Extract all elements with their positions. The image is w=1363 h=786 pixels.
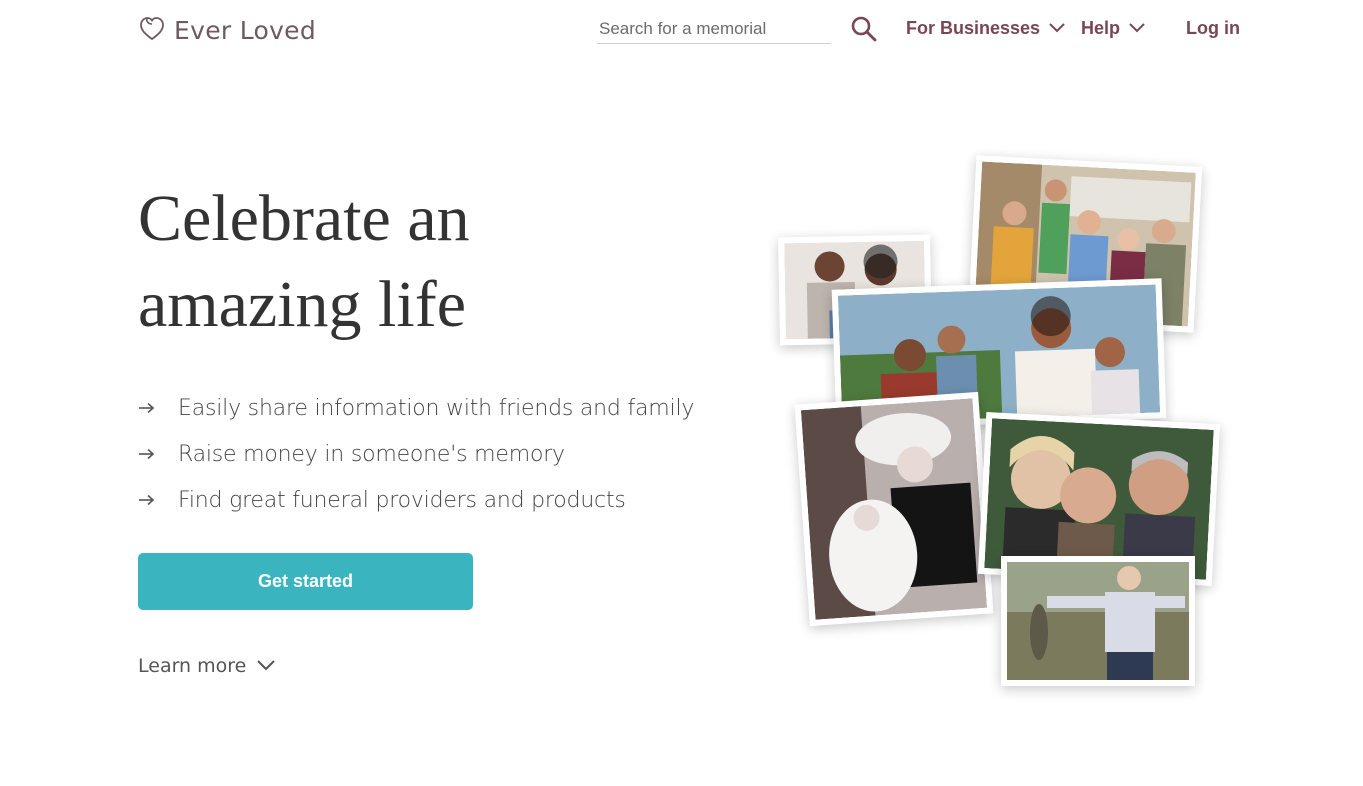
logo-text: Ever Loved	[174, 16, 317, 45]
logo-heart-icon	[138, 14, 166, 47]
chevron-down-icon	[1128, 18, 1146, 39]
get-started-button[interactable]: Get started	[138, 553, 473, 610]
search-input[interactable]	[597, 16, 835, 42]
nav-log-in-label: Log in	[1186, 18, 1240, 38]
hero-headline-line-2: amazing life	[138, 268, 467, 341]
nav-for-businesses-label: For Businesses	[906, 18, 1041, 38]
search-icon[interactable]	[850, 15, 878, 48]
nav-for-businesses[interactable]: For Businesses	[906, 18, 1066, 39]
photo-man-fishing	[1001, 556, 1195, 686]
nav-help-label: Help	[1081, 18, 1121, 38]
feature-item: Raise money in someone's memory	[138, 431, 694, 477]
feature-list: Easily share information with friends an…	[138, 385, 694, 523]
arrow-right-icon	[138, 494, 178, 506]
photo-vintage-baby	[794, 391, 994, 627]
site-header: Ever Loved For Businesses Help Log in	[0, 0, 1363, 60]
chevron-down-icon	[1048, 18, 1066, 39]
feature-item: Find great funeral providers and product…	[138, 477, 694, 523]
learn-more-link[interactable]: Learn more	[138, 655, 276, 677]
hero-headline-line-1: Celebrate an	[138, 182, 470, 255]
arrow-right-icon	[138, 402, 178, 414]
feature-text: Raise money in someone's memory	[178, 441, 565, 467]
nav-help[interactable]: Help	[1081, 18, 1146, 39]
learn-more-label: Learn more	[138, 655, 247, 677]
nav-log-in[interactable]: Log in	[1186, 18, 1240, 39]
feature-item: Easily share information with friends an…	[138, 385, 694, 431]
search-field[interactable]	[597, 16, 835, 44]
chevron-down-icon	[256, 655, 276, 677]
hero-headline: Celebrate an amazing life	[138, 176, 698, 348]
feature-text: Easily share information with friends an…	[178, 395, 695, 421]
arrow-right-icon	[138, 448, 178, 460]
feature-text: Find great funeral providers and product…	[178, 487, 626, 513]
logo[interactable]: Ever Loved	[138, 14, 316, 47]
